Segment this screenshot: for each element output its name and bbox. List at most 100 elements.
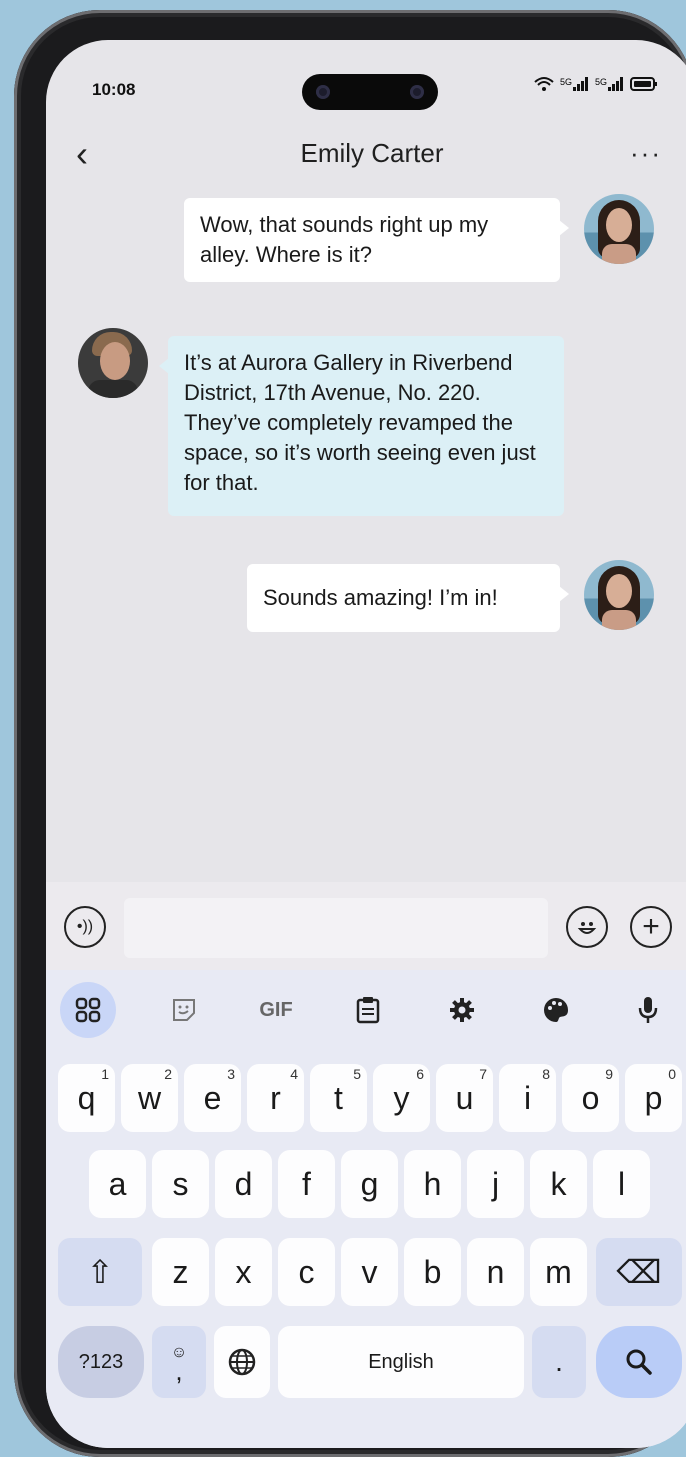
microphone-icon[interactable] [620,982,676,1038]
grid-glyph [75,997,101,1023]
key-e[interactable]: e3 [184,1064,241,1132]
camera-island [302,74,438,110]
soft-keyboard: GIF q 1 w 2 e 3 r 4 t 5 y 6 u 7 i 8 o 9 … [46,970,686,1448]
avatar-emily[interactable] [584,194,654,264]
globe-icon [228,1348,256,1376]
key-j[interactable]: j [467,1150,524,1218]
key-c[interactable]: c [278,1238,335,1306]
gif-button[interactable]: GIF [248,982,304,1038]
apps-grid-icon[interactable] [60,982,116,1038]
attach-plus-button[interactable]: + [630,906,672,948]
avatar-emily[interactable] [584,560,654,630]
key-i[interactable]: i8 [499,1064,556,1132]
avatar-face [606,208,632,242]
sticker-glyph [173,999,195,1021]
clipboard-icon[interactable] [340,982,396,1038]
front-camera-icon [316,85,330,99]
key-hint: 7 [479,1066,487,1082]
key-hint: 9 [605,1066,613,1082]
numbers-key[interactable]: ?123 [58,1326,144,1398]
backspace-key[interactable]: ⌫ [596,1238,682,1306]
clipboard-glyph [356,997,380,1024]
key-d[interactable]: d [215,1150,272,1218]
key-w[interactable]: w2 [121,1064,178,1132]
key-hint: 0 [668,1066,676,1082]
key-label: q [77,1079,96,1116]
signal-label-2: 5G [594,77,607,87]
battery-icon [630,77,657,91]
key-label: y [393,1079,410,1116]
period-key[interactable]: . [532,1326,586,1398]
chat-header: ‹ Emily Carter ··· [46,130,686,186]
key-x[interactable]: x [215,1238,272,1306]
theme-palette-icon[interactable] [528,982,584,1038]
contact-name: Emily Carter [300,138,444,168]
message-bubble-outgoing[interactable]: Wow, that sounds right up my alley. Wher… [184,198,569,282]
key-hint: 8 [542,1066,550,1082]
key-hint: 6 [416,1066,424,1082]
avatar-body [88,380,138,398]
palette-glyph [544,998,568,1022]
key-label: i [523,1079,532,1116]
key-a[interactable]: a [89,1150,146,1218]
more-options-button[interactable]: ··· [630,138,662,169]
key-m[interactable]: m [530,1238,587,1306]
key-f[interactable]: f [278,1150,335,1218]
key-hint: 2 [164,1066,172,1082]
status-time: 10:08 [92,80,136,99]
mic-glyph [638,997,658,1023]
message-bubble-outgoing[interactable]: Sounds amazing! I’m in! [247,564,569,632]
emoji-button[interactable] [566,906,608,948]
globe-language-key[interactable] [214,1326,270,1398]
space-bar[interactable]: English [278,1326,524,1398]
signal-icon: 5G [560,77,589,91]
key-u[interactable]: u7 [436,1064,493,1132]
signal-label: 5G [559,77,572,87]
keyboard-toolbar: GIF [46,970,686,1054]
wifi-icon [534,77,554,91]
key-n[interactable]: n [467,1238,524,1306]
key-label: t [334,1079,343,1116]
key-y[interactable]: y6 [373,1064,430,1132]
key-hint: 3 [227,1066,235,1082]
key-k[interactable]: k [530,1150,587,1218]
signal-icon-2: 5G [595,77,624,91]
composer-bar: •)) + [46,882,686,970]
key-b[interactable]: b [404,1238,461,1306]
key-s[interactable]: s [152,1150,209,1218]
key-g[interactable]: g [341,1150,398,1218]
key-r[interactable]: r4 [247,1064,304,1132]
key-t[interactable]: t5 [310,1064,367,1132]
key-p[interactable]: p0 [625,1064,682,1132]
phone-frame: 10:08 5G 5G ‹ Emily Carter ··· Wow, that… [14,10,686,1457]
key-label: p [644,1079,663,1116]
key-v[interactable]: v [341,1238,398,1306]
search-icon [626,1349,652,1375]
message-input[interactable] [124,898,548,958]
key-z[interactable]: z [152,1238,209,1306]
sensor-icon [410,85,424,99]
key-hint: 1 [101,1066,109,1082]
key-label: r [270,1079,281,1116]
key-hint: 4 [290,1066,298,1082]
key-l[interactable]: l [593,1150,650,1218]
settings-gear-icon[interactable] [434,982,490,1038]
gear-glyph [450,998,474,1022]
message-bubble-incoming[interactable]: It’s at Aurora Gallery in Riverbend Dist… [159,336,564,516]
voice-input-button[interactable]: •)) [64,906,106,948]
status-bar: 10:08 5G 5G [46,40,686,130]
sticker-icon[interactable] [156,982,212,1038]
key-h[interactable]: h [404,1150,461,1218]
smiley-icon [577,922,597,934]
shift-key[interactable]: ⇧ [58,1238,142,1306]
search-action-key[interactable] [596,1326,682,1398]
avatar-body [602,610,636,630]
key-hint: 5 [353,1066,361,1082]
key-o[interactable]: o9 [562,1064,619,1132]
avatar-me[interactable] [78,328,148,398]
voice-wave-icon: •)) [76,918,94,935]
key-q[interactable]: q1 [58,1064,115,1132]
emoji-comma-key[interactable]: ☺ , [152,1326,206,1398]
avatar-body [602,244,636,264]
key-label: u [455,1079,474,1116]
